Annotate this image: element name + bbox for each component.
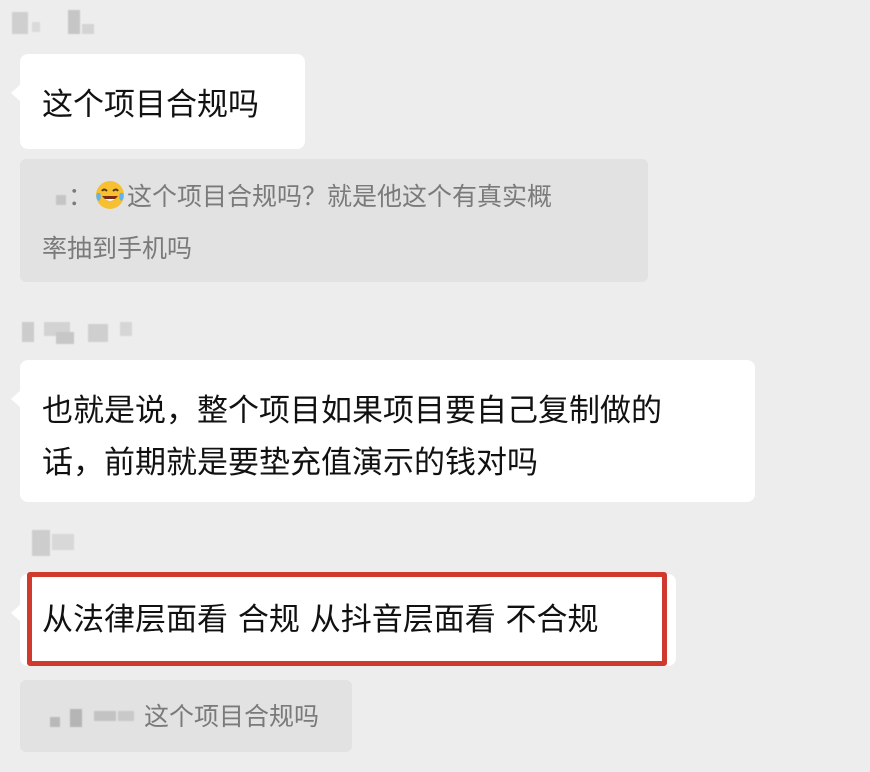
- sender-name-blurred: [20, 528, 90, 558]
- quoted-sender-blurred: [42, 187, 68, 209]
- quote-text: 这个项目合规吗: [144, 702, 320, 731]
- laughing-crying-emoji-icon: [96, 181, 125, 209]
- message-bubble[interactable]: 也就是说，整个项目如果项目要自己复制做的 话，前期就是要垫充值演示的钱对吗: [11, 360, 755, 502]
- message-text-line2: 话，前期就是要垫充值演示的钱对吗: [42, 445, 538, 481]
- quote-text-line1: 这个项目合规吗？就是他这个有真实概: [127, 182, 553, 211]
- message-text-line1: 也就是说，整个项目如果项目要自己复制做的: [42, 393, 662, 429]
- sender-name-blurred: [20, 318, 150, 348]
- message-text: 这个项目合规吗: [42, 87, 259, 123]
- quoted-message[interactable]: ： 这个项目合规吗？就是他这个有真实概 率抽到手机吗: [20, 159, 648, 282]
- quoted-message[interactable]: 这个项目合规吗: [20, 680, 352, 752]
- message-bubble[interactable]: 这个项目合规吗: [11, 54, 305, 149]
- quoted-sender-blurred: [44, 707, 144, 729]
- quote-colon: ：: [68, 182, 94, 211]
- sender-name-blurred: [10, 8, 100, 38]
- highlight-frame: [27, 572, 667, 666]
- quote-text-line2: 率抽到手机吗: [42, 234, 193, 263]
- chat-screen: 这个项目合规吗 ： 这个项目合规吗？就是他这个有真实概 率抽到手机吗 也就是说，…: [0, 0, 870, 772]
